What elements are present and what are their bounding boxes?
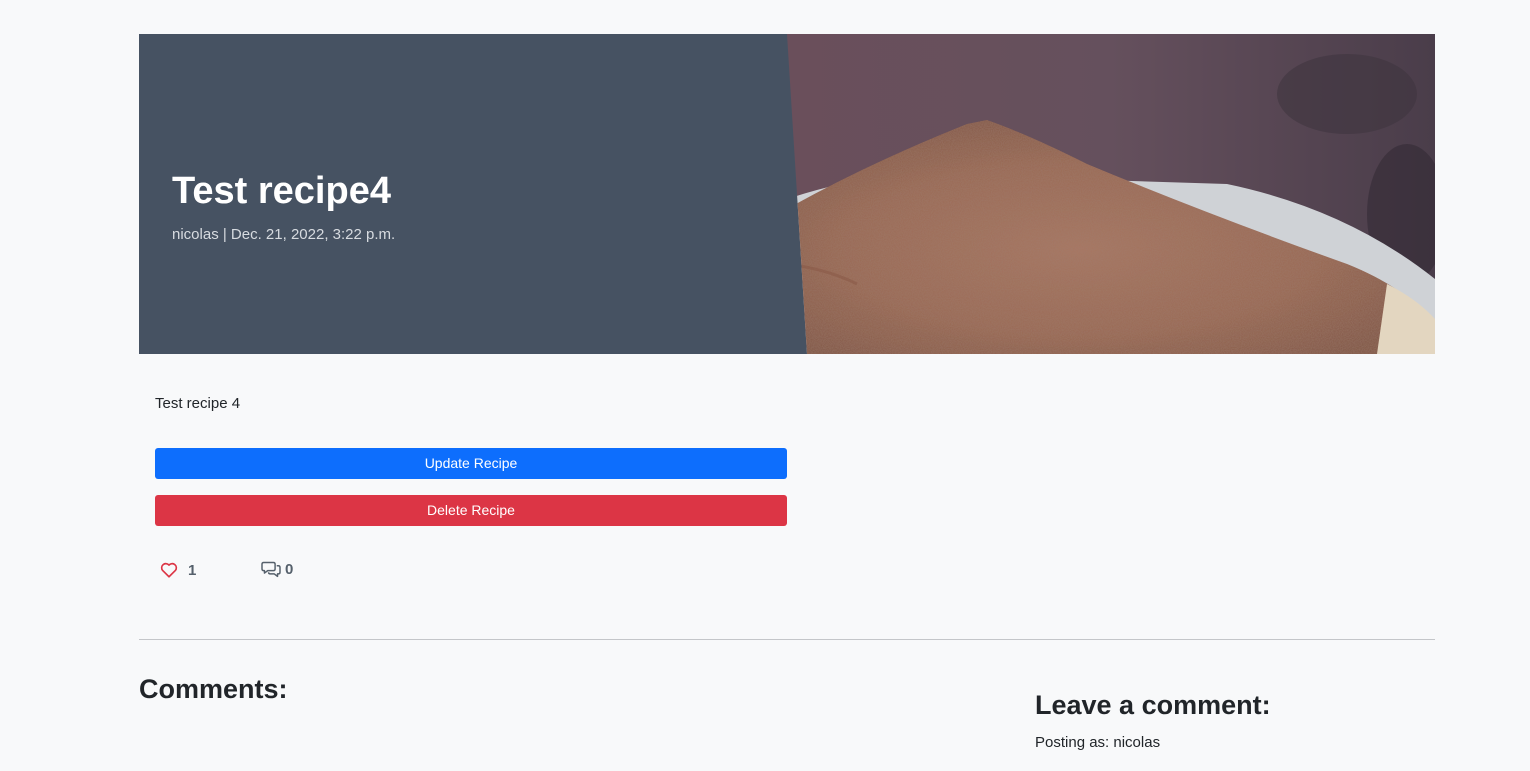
masthead-text: Test recipe4 nicolas | Dec. 21, 2022, 3:…: [172, 169, 772, 243]
post-title: Test recipe4: [172, 170, 391, 212]
delete-recipe-button[interactable]: Delete Recipe: [155, 495, 787, 526]
leave-comment-heading: Leave a comment:: [1035, 690, 1271, 720]
comment-count: 0: [285, 561, 294, 578]
posting-as-text: Posting as: nicolas: [1035, 734, 1161, 751]
like-count: 1: [188, 562, 197, 579]
section-divider: [139, 639, 1435, 640]
recipe-stats: 1 0: [160, 560, 360, 582]
comments-heading: Comments:: [139, 674, 288, 704]
masthead: Test recipe4 nicolas | Dec. 21, 2022, 3:…: [139, 34, 1435, 354]
speech-bubbles-icon: [261, 560, 281, 578]
update-recipe-button[interactable]: Update Recipe: [155, 448, 787, 479]
featured-image: [787, 34, 1435, 354]
recipe-description: Test recipe 4: [155, 395, 241, 412]
heart-outline-icon[interactable]: [160, 561, 178, 579]
post-meta: nicolas | Dec. 21, 2022, 3:22 p.m.: [172, 226, 396, 243]
recipe-content: Test recipe 4 Update Recipe Delete Recip…: [155, 395, 787, 579]
